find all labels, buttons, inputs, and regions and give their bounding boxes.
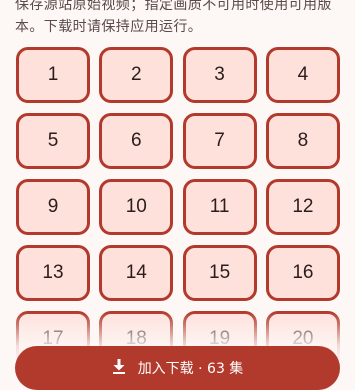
episode-tile[interactable]: 5 <box>16 113 90 169</box>
episode-tile[interactable]: 10 <box>99 179 174 235</box>
episode-tile[interactable]: 12 <box>265 179 340 235</box>
episode-tile[interactable]: 15 <box>182 245 257 301</box>
episode-tile[interactable]: 11 <box>182 179 257 235</box>
add-to-downloads-button[interactable]: 加入下载 · 63 集 <box>15 346 340 390</box>
episode-tile[interactable]: 9 <box>16 179 90 235</box>
episode-tile[interactable]: 4 <box>265 47 340 103</box>
episode-tile[interactable]: 1 <box>16 47 90 103</box>
episode-tile[interactable]: 16 <box>265 245 340 301</box>
download-icon <box>112 358 126 374</box>
episode-tile[interactable]: 14 <box>99 245 174 301</box>
episode-tile[interactable]: 8 <box>265 113 340 169</box>
episode-tile[interactable]: 2 <box>99 47 174 103</box>
episode-tile[interactable]: 6 <box>99 113 174 169</box>
episode-tile[interactable]: 13 <box>16 245 90 301</box>
episode-tile[interactable]: 7 <box>182 113 257 169</box>
episode-tile[interactable]: 3 <box>182 47 257 103</box>
episode-grid: 1 2 3 4 5 6 7 8 9 10 11 12 13 14 15 16 1… <box>16 47 340 367</box>
description-text: 保存源站原始视频；指定画质不可用时使用可用版本。下载时请保持应用运行。 <box>15 0 332 35</box>
add-to-downloads-label: 加入下载 · 63 集 <box>137 361 244 377</box>
